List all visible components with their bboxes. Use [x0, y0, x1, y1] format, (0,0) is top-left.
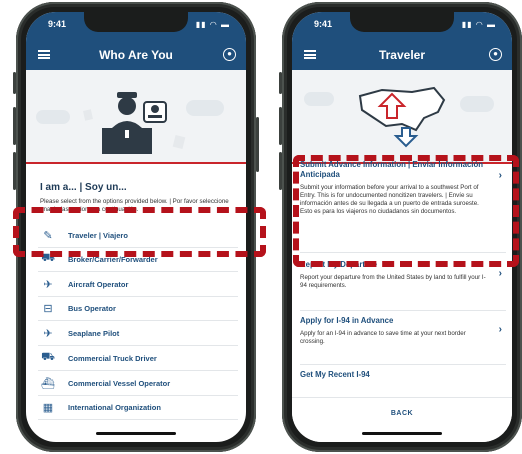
signal-wifi-battery-icon: ▮▮ ◠ ▬ — [461, 20, 496, 29]
option-label: Aircraft Operator — [68, 279, 129, 289]
notch — [84, 12, 188, 32]
us-map-arrows-icon — [358, 86, 446, 148]
section-heading: I am a... | Soy un... — [40, 182, 127, 193]
option-label: Commercial Truck Driver — [68, 353, 157, 363]
list-item[interactable]: ⛴ Commercial Vessel Operator — [38, 371, 238, 396]
card-description: Report your departure from the United St… — [300, 274, 486, 289]
nav-bar: Who Are You ● — [26, 40, 246, 70]
nav-bar: Traveler ● — [292, 40, 512, 70]
officer-icon — [102, 92, 167, 154]
status-time: 9:41 — [48, 19, 67, 29]
home-indicator — [362, 432, 442, 435]
highlight-advance-info-card — [293, 155, 519, 267]
cloud-icon — [186, 100, 224, 116]
volume-up-button — [13, 107, 16, 145]
airplane-icon: ✈ — [43, 278, 53, 291]
seaplane-icon: ✈ — [43, 327, 53, 340]
option-label: Commercial Vessel Operator — [68, 378, 171, 388]
volume-up-button — [279, 107, 282, 145]
list-item[interactable]: ⊟ Bus Operator — [38, 296, 238, 321]
status-time: 9:41 — [314, 19, 333, 29]
option-label: Bus Operator — [68, 303, 116, 313]
list-item[interactable]: ✈ Aircraft Operator — [38, 272, 238, 297]
home-indicator — [96, 432, 176, 435]
account-icon[interactable]: ● — [489, 48, 502, 61]
option-label: Seaplane Pilot — [68, 328, 120, 338]
highlight-traveler-option — [13, 207, 266, 257]
volume-down-button — [13, 152, 16, 190]
truck-icon: ⛟ — [41, 351, 55, 363]
signal-wifi-battery-icon: ▮▮ ◠ ▬ — [195, 20, 230, 29]
account-icon[interactable]: ● — [223, 48, 236, 61]
cloud-icon — [36, 110, 70, 124]
action-card[interactable]: Apply for I-94 in Advance Apply for an I-… — [300, 316, 506, 365]
chevron-right-icon: › — [498, 324, 502, 335]
chevron-right-icon: › — [498, 268, 502, 279]
option-label: International Organization — [68, 402, 161, 412]
paper-icon — [83, 109, 93, 121]
card-title: Apply for I-94 in Advance — [300, 316, 394, 325]
hero-illustration — [26, 70, 246, 162]
card-description: Apply for an I-94 in advance to save tim… — [300, 330, 466, 345]
list-item[interactable]: ▦ International Organization — [38, 395, 238, 420]
notch — [350, 12, 454, 32]
card-title: Get My Recent I-94 — [300, 370, 370, 379]
ship-icon: ⛴ — [41, 377, 55, 390]
mute-switch — [13, 72, 16, 94]
hero-divider — [26, 162, 246, 164]
list-item[interactable]: ⛟ Commercial Truck Driver — [38, 346, 238, 371]
mute-switch — [279, 72, 282, 94]
back-button[interactable]: BACK — [292, 410, 512, 417]
list-item[interactable]: ✈ Seaplane Pilot — [38, 321, 238, 346]
volume-down-button — [279, 152, 282, 190]
building-icon: ▦ — [42, 401, 54, 414]
page-title: Traveler — [378, 48, 426, 62]
cloud-icon — [460, 96, 494, 112]
paper-icon — [172, 134, 186, 150]
action-card[interactable]: Report My Departure Report your departure… — [300, 260, 506, 311]
bus-icon: ⊟ — [43, 302, 53, 315]
hero-illustration — [292, 70, 512, 162]
power-button — [256, 117, 259, 172]
back-bar: BACK — [292, 397, 512, 442]
page-title: Who Are You — [99, 48, 173, 62]
cloud-icon — [304, 92, 334, 106]
